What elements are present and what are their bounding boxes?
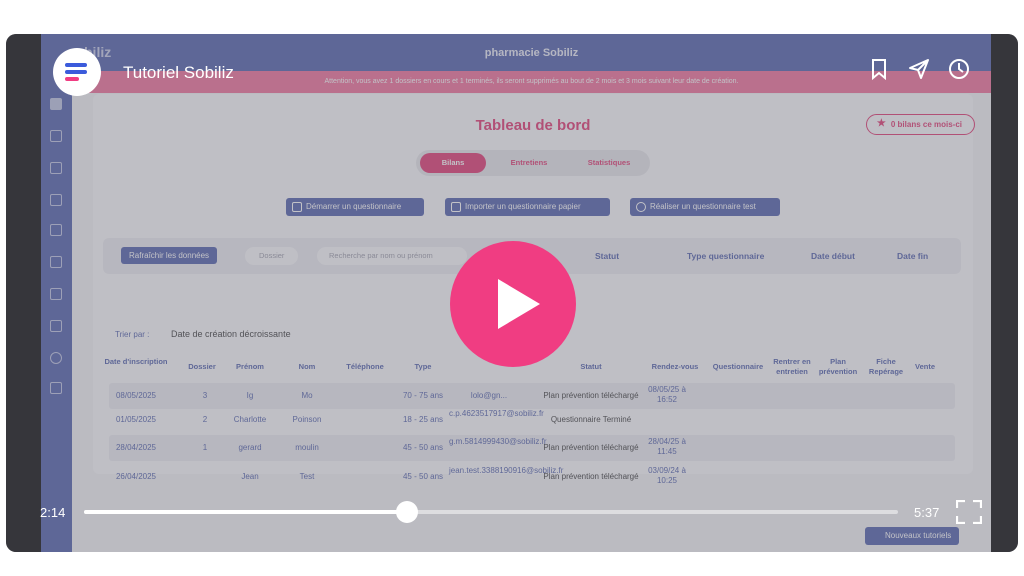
play-button[interactable] — [450, 241, 576, 367]
progress-fill — [84, 510, 408, 514]
video-title: Tutoriel Sobiliz — [123, 63, 234, 82]
progress-bar[interactable] — [84, 501, 898, 523]
menu-icon-bar — [65, 70, 87, 74]
progress-handle[interactable] — [396, 501, 419, 523]
watch-later-icon[interactable] — [948, 58, 970, 80]
menu-icon — [65, 63, 87, 67]
menu-icon-accent — [65, 77, 79, 81]
bookmark-icon[interactable] — [868, 58, 890, 80]
video-player[interactable]: biliz pharmacie Sobiliz Attention, vous … — [6, 34, 1018, 552]
menu-button[interactable] — [53, 48, 101, 96]
duration: 5:37 — [914, 505, 940, 520]
current-time: 2:14 — [40, 505, 66, 520]
fullscreen-icon[interactable] — [956, 500, 982, 524]
share-icon[interactable] — [908, 58, 930, 80]
